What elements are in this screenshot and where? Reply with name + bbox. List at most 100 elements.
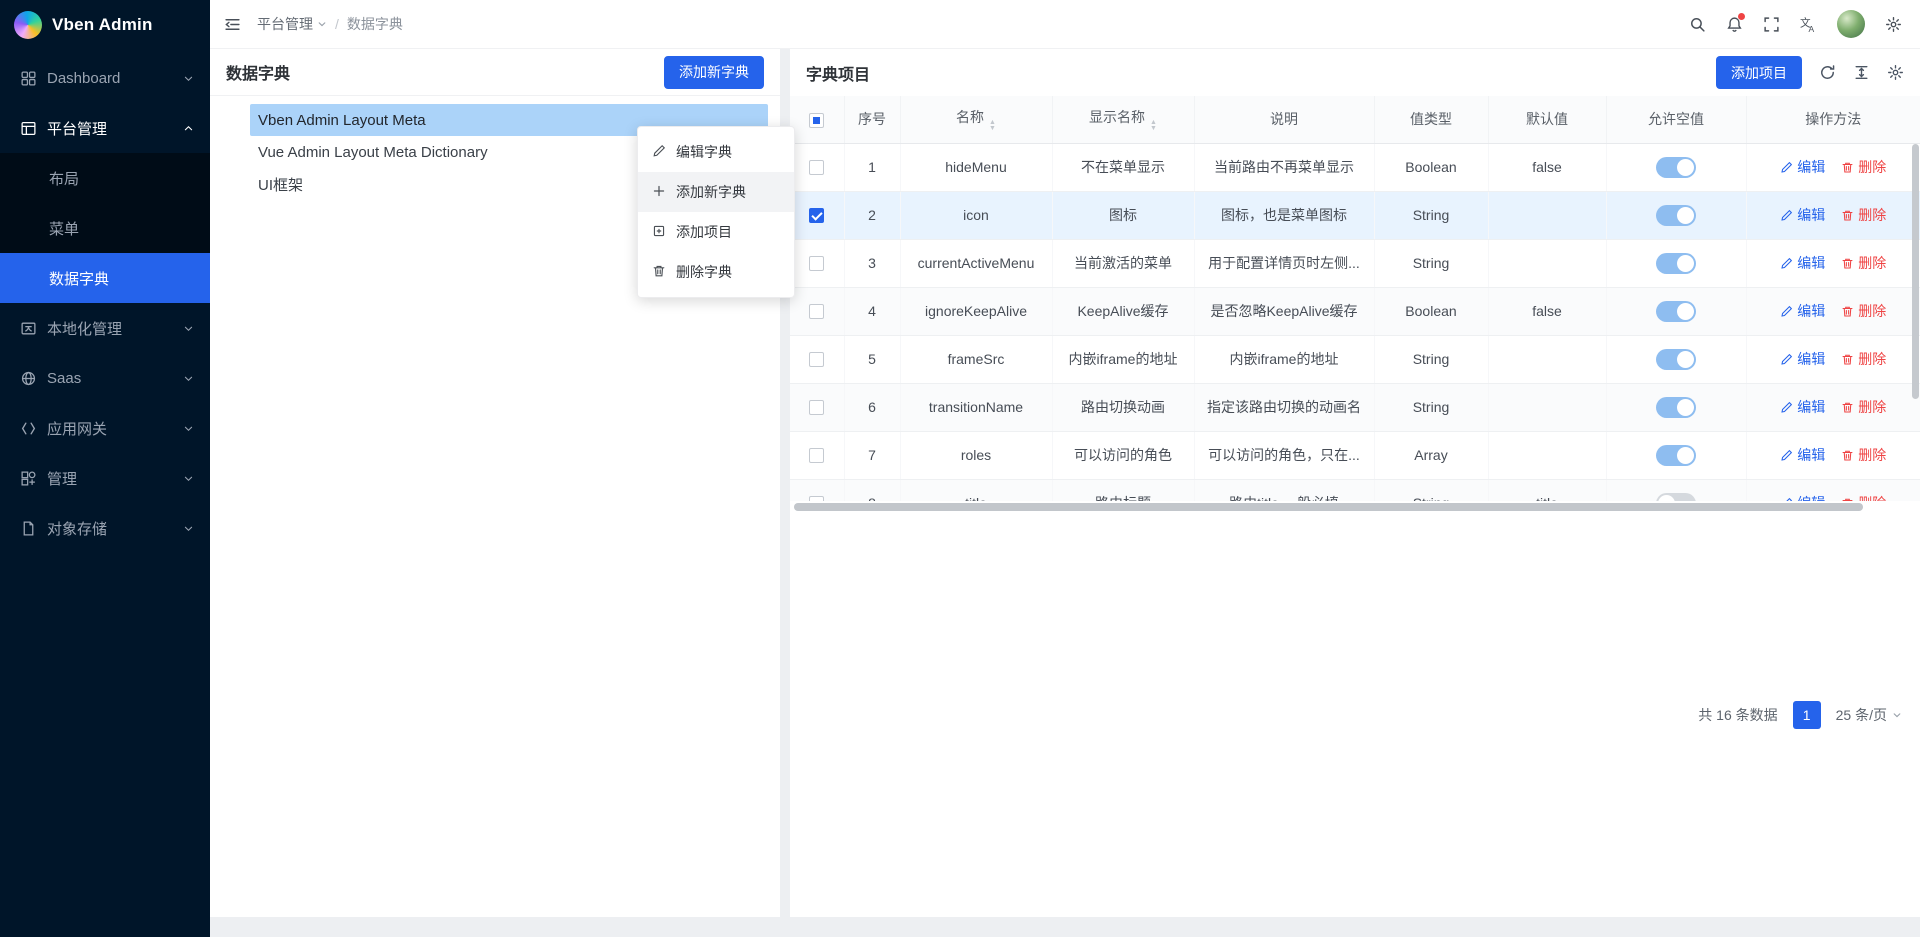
context-menu-item-delete-dictionary[interactable]: 删除字典 [638,252,794,292]
search-icon[interactable] [1689,16,1706,33]
edit-link[interactable]: 编辑 [1780,349,1825,369]
sidebar-item-data-dictionary[interactable]: 数据字典 [0,253,210,303]
vertical-scrollbar[interactable] [1912,144,1919,857]
row-checkbox[interactable] [809,352,824,367]
allow-null-toggle[interactable] [1656,157,1696,178]
page-size-select[interactable]: 25 条/页 [1836,705,1902,725]
page-number-button[interactable]: 1 [1793,701,1821,729]
row-checkbox[interactable] [809,304,824,319]
translate-icon[interactable]: 文A [1800,16,1817,33]
fullscreen-icon[interactable] [1763,16,1780,33]
delete-link[interactable]: 删除 [1841,301,1886,321]
delete-link[interactable]: 删除 [1841,205,1886,225]
column-header-2[interactable]: 名称▲▼ [900,96,1052,143]
cell-display-name: 可以访问的角色 [1052,431,1194,479]
avatar[interactable] [1837,10,1865,38]
chevron-down-icon [183,323,194,334]
cell-name: roles [900,431,1052,479]
settings-gear-icon[interactable] [1885,16,1902,33]
select-all-checkbox[interactable] [809,113,824,128]
row-checkbox[interactable] [809,208,824,223]
context-menu-item-add-item[interactable]: 添加项目 [638,212,794,252]
allow-null-toggle[interactable] [1656,301,1696,322]
sidebar-item-management[interactable]: 管理 [0,453,210,503]
allow-null-toggle[interactable] [1656,205,1696,226]
edit-link[interactable]: 编辑 [1780,493,1825,501]
cell-description: 可以访问的角色，只在... [1194,431,1374,479]
sort-icons[interactable]: ▲▼ [989,120,996,132]
cell-seq: 8 [844,479,900,501]
chevron-down-icon [183,73,194,84]
table-row[interactable]: 7roles可以访问的角色可以访问的角色，只在...Array编辑删除 [790,431,1920,479]
column-header-1: 序号 [844,96,900,143]
allow-null-toggle[interactable] [1656,397,1696,418]
sidebar-item-dashboard[interactable]: Dashboard [0,53,210,103]
sidebar-item-gateway[interactable]: 应用网关 [0,403,210,453]
sidebar-item-label: 管理 [47,468,173,489]
horizontal-scrollbar[interactable] [794,503,1908,511]
edit-link[interactable]: 编辑 [1780,157,1825,177]
breadcrumb-item-platform[interactable]: 平台管理 [257,14,327,34]
allow-null-toggle[interactable] [1656,253,1696,274]
notification-icon[interactable] [1726,16,1743,33]
logo-icon [14,11,42,39]
sidebar-item-platform[interactable]: 平台管理 [0,103,210,153]
plus-icon [652,184,666,201]
sidebar-item-layout[interactable]: 布局 [0,153,210,203]
table-row[interactable]: 6transitionName路由切换动画指定该路由切换的动画名String编辑… [790,383,1920,431]
add-item-button[interactable]: 添加项目 [1716,56,1802,89]
cell-value-type: String [1374,383,1488,431]
edit-link[interactable]: 编辑 [1780,445,1825,465]
sidebar-item-saas[interactable]: Saas [0,353,210,403]
context-menu-item-add-new-dictionary[interactable]: 添加新字典 [638,172,794,212]
cell-description: 路由title 一般必填 [1194,479,1374,501]
sidebar-item-localization[interactable]: 本地化管理 [0,303,210,353]
refresh-icon[interactable] [1819,64,1836,81]
column-settings-icon[interactable] [1887,64,1904,81]
menu-fold-icon[interactable] [224,16,241,33]
sort-icons[interactable]: ▲▼ [1150,120,1157,132]
cell-seq: 3 [844,239,900,287]
horizontal-scrollbar-thumb[interactable] [794,503,1863,511]
context-menu-item-edit-dictionary[interactable]: 编辑字典 [638,132,794,172]
delete-link[interactable]: 删除 [1841,157,1886,177]
table-row[interactable]: 5frameSrc内嵌iframe的地址内嵌iframe的地址String编辑删… [790,335,1920,383]
sidebar-item-object-storage[interactable]: 对象存储 [0,503,210,553]
edit-link[interactable]: 编辑 [1780,205,1825,225]
column-header-3[interactable]: 显示名称▲▼ [1052,96,1194,143]
row-checkbox[interactable] [809,160,824,175]
allow-null-toggle[interactable] [1656,445,1696,466]
cell-default [1488,191,1606,239]
row-checkbox[interactable] [809,496,824,500]
delete-link[interactable]: 删除 [1841,349,1886,369]
edit-link[interactable]: 编辑 [1780,301,1825,321]
row-height-icon[interactable] [1853,64,1870,81]
chevron-up-icon [183,123,194,134]
table-row[interactable]: 1hideMenu不在菜单显示当前路由不再菜单显示Booleanfalse编辑删… [790,143,1920,191]
sidebar-item-menu[interactable]: 菜单 [0,203,210,253]
cell-actions: 编辑删除 [1746,431,1920,479]
delete-link[interactable]: 删除 [1841,445,1886,465]
main-area: 平台管理 / 数据字典 [210,0,1920,937]
allow-null-toggle[interactable] [1656,349,1696,370]
cell-display-name: 路由切换动画 [1052,383,1194,431]
table-row[interactable]: 4ignoreKeepAliveKeepAlive缓存是否忽略KeepAlive… [790,287,1920,335]
row-checkbox[interactable] [809,256,824,271]
delete-link[interactable]: 删除 [1841,397,1886,417]
app-logo[interactable]: Vben Admin [0,0,210,49]
add-dictionary-button[interactable]: 添加新字典 [664,56,764,89]
edit-link[interactable]: 编辑 [1780,253,1825,273]
cell-default: false [1488,143,1606,191]
select-all-header [790,96,844,143]
vertical-scrollbar-thumb[interactable] [1912,144,1919,399]
row-checkbox[interactable] [809,448,824,463]
row-checkbox[interactable] [809,400,824,415]
cell-default [1488,335,1606,383]
table-row[interactable]: 3currentActiveMenu当前激活的菜单用于配置详情页时左侧...St… [790,239,1920,287]
edit-link[interactable]: 编辑 [1780,397,1825,417]
delete-link[interactable]: 删除 [1841,253,1886,273]
allow-null-toggle[interactable] [1656,493,1696,501]
table-row[interactable]: 8title路由标题路由title 一般必填Stringtitle编辑删除 [790,479,1920,501]
table-row[interactable]: 2icon图标图标，也是菜单图标String编辑删除 [790,191,1920,239]
delete-link[interactable]: 删除 [1841,493,1886,501]
